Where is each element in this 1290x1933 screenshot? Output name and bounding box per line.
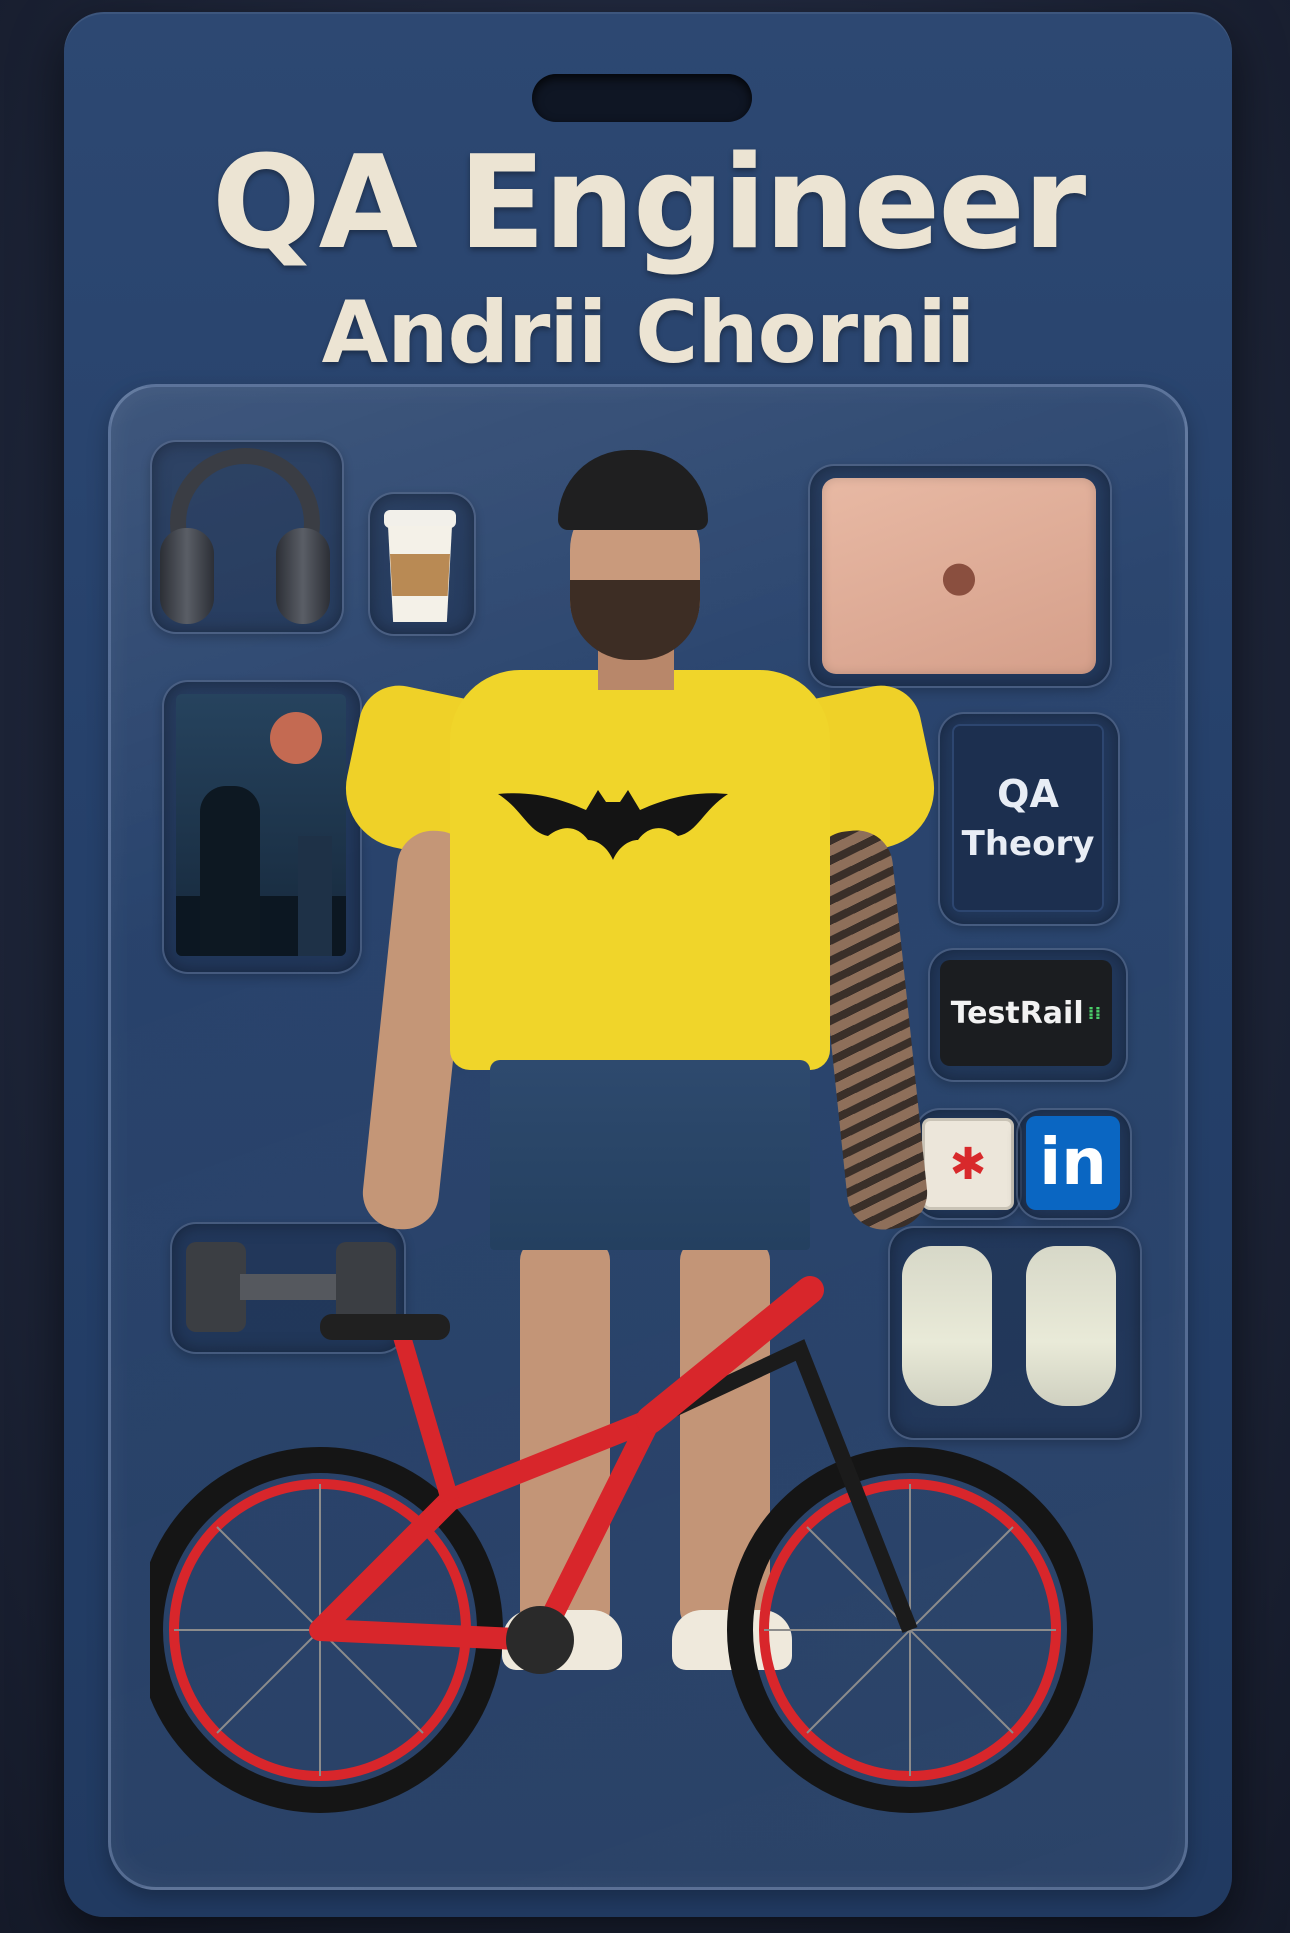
denim-shorts xyxy=(490,1060,810,1250)
hang-hole xyxy=(532,74,752,122)
bat-logo-icon xyxy=(498,790,728,860)
testrail-dots-icon: ⁞⁞ xyxy=(1087,1002,1102,1024)
linkedin-icon: in xyxy=(1026,1116,1120,1210)
headphones-icon xyxy=(160,448,330,628)
testrail-badge: TestRail ⁞⁞ xyxy=(940,960,1112,1066)
apple-logo-icon: ● xyxy=(940,551,978,601)
batman-poster-icon xyxy=(176,694,346,956)
card-title: QA Engineer xyxy=(211,129,1086,278)
bug-icon: ✱ xyxy=(922,1118,1014,1210)
black-cap xyxy=(558,450,708,530)
book-title-line2: Theory xyxy=(961,824,1095,864)
bicycle-icon xyxy=(150,1276,1093,1813)
book-title-line1: QA xyxy=(997,772,1059,816)
yellow-shirt xyxy=(450,670,830,1070)
qa-theory-book: QA Theory xyxy=(952,724,1104,912)
testrail-label: TestRail xyxy=(950,995,1084,1031)
linkedin-label: in xyxy=(1039,1126,1107,1200)
person-name: Andrii Chornii xyxy=(321,283,976,383)
